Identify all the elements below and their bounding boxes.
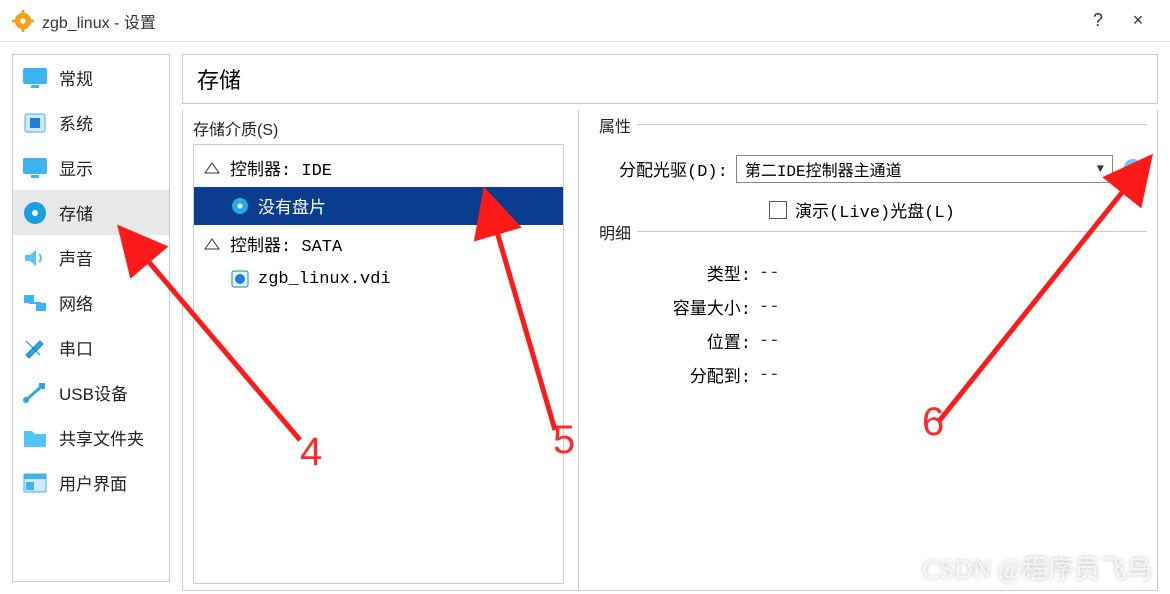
attributes-section: 属性 <box>599 124 1147 149</box>
sidebar-item-user-interface[interactable]: 用户界面 <box>13 460 169 505</box>
page-title: 存储 <box>182 54 1158 104</box>
drive-assign-label: 分配光驱(D): <box>619 156 728 182</box>
drive-assign-select[interactable]: 第二IDE控制器主通道 ▼ <box>736 155 1113 183</box>
app-gear-icon <box>12 10 34 32</box>
vertical-divider <box>578 110 579 590</box>
drive-assign-row: 分配光驱(D): 第二IDE控制器主通道 ▼ <box>599 149 1147 193</box>
tree-label: zgb_linux.vdi <box>258 270 391 289</box>
detail-location: 位置: -- <box>599 324 1147 358</box>
sidebar-item-label: USB设备 <box>59 380 128 405</box>
sidebar-item-system[interactable]: 系统 <box>13 100 169 145</box>
help-button[interactable]: ? <box>1078 1 1118 41</box>
tree-empty-disc[interactable]: 没有盘片 <box>194 187 563 225</box>
sidebar-item-general[interactable]: 常规 <box>13 55 169 100</box>
storage-media-pane: 存储介质(S) 控制器: IDE 没有盘片 控制器: SATA <box>183 110 568 590</box>
hdd-icon <box>230 269 250 289</box>
live-cd-row[interactable]: 演示(Live)光盘(L) <box>599 197 1147 223</box>
close-button[interactable]: × <box>1118 1 1158 41</box>
drive-assign-value: 第二IDE控制器主通道 <box>745 157 902 181</box>
attributes-pane: 属性 分配光驱(D): 第二IDE控制器主通道 ▼ 演示(Live)光盘(L) … <box>589 110 1157 590</box>
main-body: 存储介质(S) 控制器: IDE 没有盘片 控制器: SATA <box>182 110 1158 591</box>
choose-disc-button[interactable] <box>1121 156 1147 182</box>
storage-tree[interactable]: 控制器: IDE 没有盘片 控制器: SATA zgb_linux.vdi <box>193 144 564 584</box>
folder-icon <box>21 426 49 450</box>
serial-icon <box>21 336 49 360</box>
sidebar-item-storage[interactable]: 存储 <box>13 190 169 235</box>
ui-icon <box>21 471 49 495</box>
controller-icon <box>202 234 222 254</box>
sidebar-item-label: 系统 <box>59 110 93 135</box>
sidebar-item-label: 网络 <box>59 290 93 315</box>
sidebar-item-shared-folders[interactable]: 共享文件夹 <box>13 415 169 460</box>
tree-label: 没有盘片 <box>258 193 326 219</box>
sidebar-item-label: 显示 <box>59 155 93 180</box>
disk-icon <box>21 201 49 225</box>
storage-media-label: 存储介质(S) <box>193 116 564 140</box>
optical-icon <box>230 196 250 216</box>
tree-label: 控制器: IDE <box>230 155 332 181</box>
chevron-down-icon: ▼ <box>1097 162 1104 176</box>
detail-assigned: 分配到: -- <box>599 358 1147 392</box>
controller-icon <box>202 158 222 178</box>
sidebar-item-label: 串口 <box>59 335 93 360</box>
sidebar: 常规 系统 显示 存储 声音 网络 串口 USB设备 <box>12 54 170 582</box>
network-icon <box>21 291 49 315</box>
monitor-icon <box>21 66 49 90</box>
chip-icon <box>21 111 49 135</box>
titlebar: zgb_linux - 设置 ? × <box>0 0 1170 42</box>
detail-type: 类型: -- <box>599 256 1147 290</box>
tree-vdi-file[interactable]: zgb_linux.vdi <box>194 263 563 295</box>
monitor-icon <box>21 156 49 180</box>
live-cd-checkbox[interactable] <box>769 201 787 219</box>
tree-controller-ide[interactable]: 控制器: IDE <box>194 149 563 187</box>
live-cd-label: 演示(Live)光盘(L) <box>795 197 955 223</box>
main-panel: 存储 存储介质(S) 控制器: IDE 没有盘片 控制器: SAT <box>182 54 1158 582</box>
speaker-icon <box>21 246 49 270</box>
sidebar-item-label: 存储 <box>59 200 93 225</box>
sidebar-item-label: 常规 <box>59 65 93 90</box>
window-title: zgb_linux - 设置 <box>42 9 1078 33</box>
content-container: 常规 系统 显示 存储 声音 网络 串口 USB设备 <box>0 42 1170 594</box>
tree-label: 控制器: SATA <box>230 231 342 257</box>
sidebar-item-label: 声音 <box>59 245 93 270</box>
sidebar-item-label: 用户界面 <box>59 470 127 495</box>
tree-controller-sata[interactable]: 控制器: SATA <box>194 225 563 263</box>
sidebar-item-usb[interactable]: USB设备 <box>13 370 169 415</box>
sidebar-item-serial[interactable]: 串口 <box>13 325 169 370</box>
sidebar-item-label: 共享文件夹 <box>59 425 144 450</box>
sidebar-item-display[interactable]: 显示 <box>13 145 169 190</box>
details-section: 明细 <box>599 231 1147 256</box>
usb-icon <box>21 381 49 405</box>
detail-size: 容量大小: -- <box>599 290 1147 324</box>
sidebar-item-network[interactable]: 网络 <box>13 280 169 325</box>
sidebar-item-audio[interactable]: 声音 <box>13 235 169 280</box>
